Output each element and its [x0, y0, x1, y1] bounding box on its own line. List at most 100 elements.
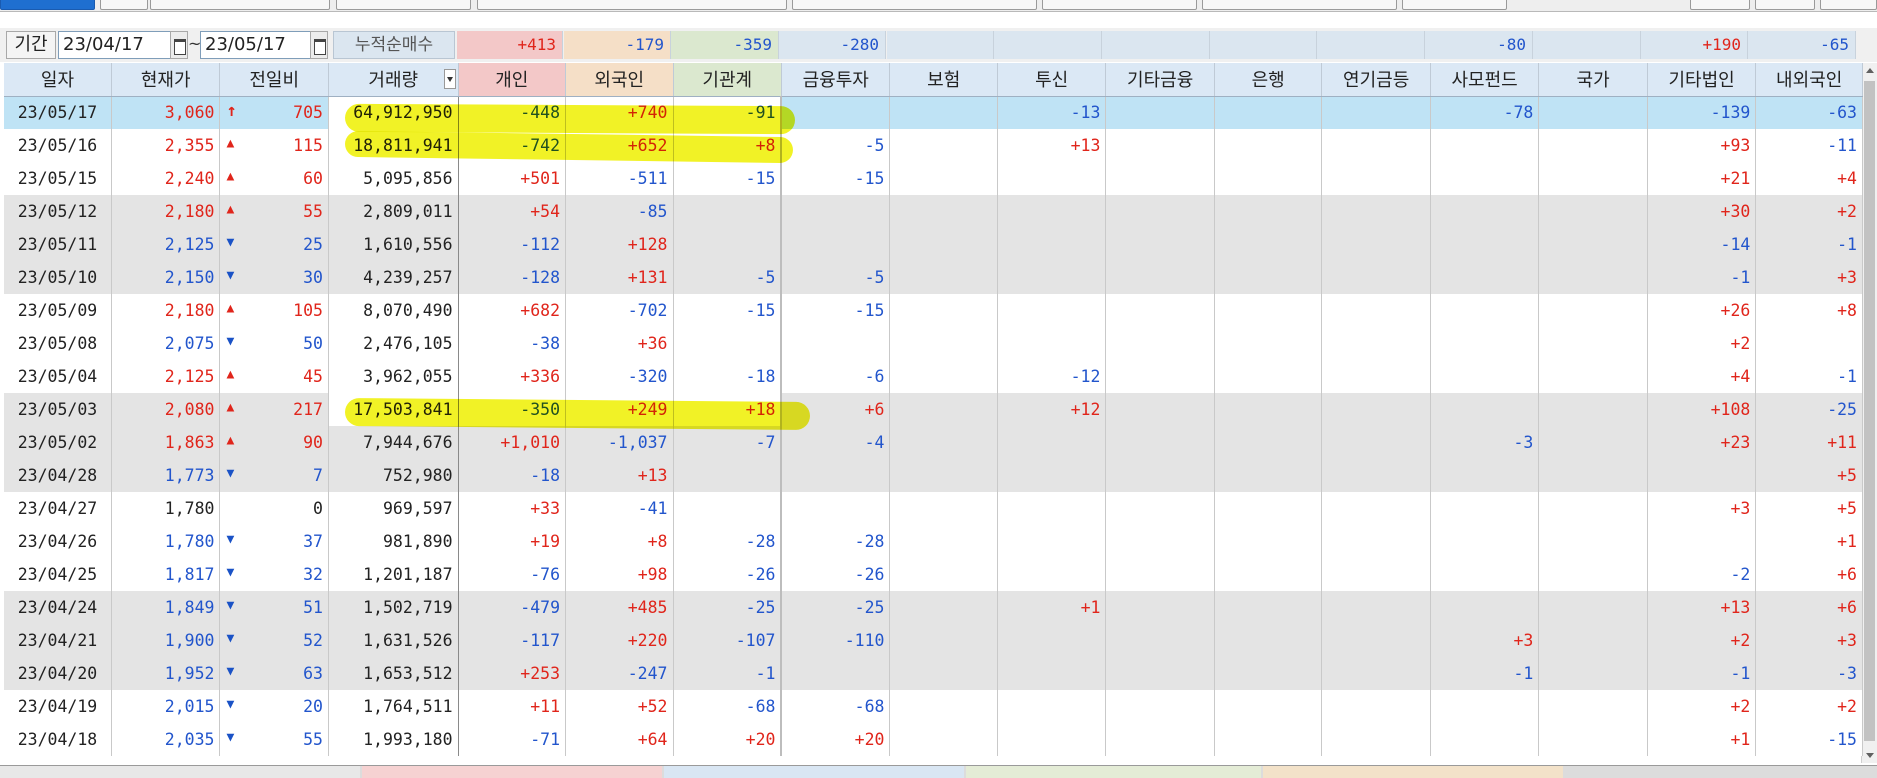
- volume-cell: 2,476,105: [328, 327, 459, 360]
- investor-etcfin-cell: [1105, 327, 1215, 360]
- upper-limit-arrow-icon: ↑: [226, 100, 237, 121]
- investor-for-cell: -41: [565, 492, 674, 525]
- cumulative-net-buy-label: 누적순매수: [333, 31, 455, 59]
- dropdown-arrow-icon[interactable]: [443, 69, 456, 89]
- scroll-down-icon[interactable]: [1862, 747, 1877, 763]
- table-row[interactable]: 23/05/04 2,125 ▲ 45 3,962,055 +336 -320 -18 -6 -1…: [4, 360, 1863, 393]
- column-header[interactable]: 금융투자: [781, 63, 891, 97]
- investor-bank-cell: [1214, 492, 1323, 525]
- amount-option-group[interactable]: [1042, 0, 1197, 10]
- table-row[interactable]: 23/05/02 1,863 ▲ 90 7,944,676 +1,010 -1,037 -7-…: [4, 426, 1863, 459]
- column-header[interactable]: 전일비: [219, 63, 329, 97]
- end-calendar-icon[interactable]: [310, 31, 328, 59]
- column-header[interactable]: 기타법인: [1647, 63, 1757, 97]
- column-header[interactable]: 외국인: [565, 63, 674, 97]
- end-date-input[interactable]: 23/05/17: [200, 31, 314, 59]
- investor-ind-cell: -38: [458, 327, 567, 360]
- volume-cell: 8,070,490: [328, 294, 459, 327]
- investor-ind-cell: -117: [458, 624, 567, 657]
- change-value: 705: [293, 103, 323, 123]
- investor-dom-cell: +6: [1755, 591, 1863, 624]
- investor-corp-cell: -14: [1647, 228, 1757, 261]
- cumulative-sum-cell: -65: [1748, 31, 1856, 59]
- scroll-up-icon[interactable]: [1862, 63, 1877, 79]
- date-select[interactable]: [336, 0, 471, 10]
- table-row[interactable]: 23/04/19 2,015 ▼ 20 1,764,511 +11 +52 -68 -68 +2 +…: [4, 690, 1863, 723]
- scroll-thumb[interactable]: [1864, 81, 1875, 741]
- table-row[interactable]: 23/05/08 2,075 ▼ 50 2,476,105 -38 +36 +2: [4, 327, 1863, 360]
- detail-button[interactable]: [1402, 0, 1507, 10]
- price-cell: 1,900: [111, 624, 221, 657]
- table-row[interactable]: 23/04/21 1,900 ▼ 52 1,631,526 -117 +220 -107 -11…: [4, 624, 1863, 657]
- investor-etcfin-cell: [1105, 591, 1215, 624]
- start-calendar-icon[interactable]: [170, 31, 188, 59]
- investor-fin-cell: [781, 657, 891, 690]
- table-row[interactable]: 23/04/18 2,035 ▼ 55 1,993,180 -71 +64 +20 +20 +1-…: [4, 723, 1863, 756]
- column-header[interactable]: 은행: [1214, 63, 1323, 97]
- next-button[interactable]: [1755, 0, 1815, 10]
- table-row[interactable]: 23/04/20 1,952 ▼ 63 1,653,512 +253 -247 -1 -1 -1-…: [4, 657, 1863, 690]
- investor-bank-cell: [1214, 162, 1323, 195]
- volume-cell: 1,201,187: [328, 558, 459, 591]
- column-header[interactable]: 거래량: [328, 63, 459, 97]
- trade-type-option-group[interactable]: [792, 0, 1037, 10]
- column-header[interactable]: 일자: [4, 63, 112, 97]
- investor-corp-cell: [1647, 525, 1757, 558]
- column-header[interactable]: 투신: [997, 63, 1107, 97]
- date-cell: 23/05/03: [4, 393, 112, 426]
- change-cell: ▼ 32: [219, 558, 329, 591]
- table-row[interactable]: 23/05/09 2,180 ▲ 105 8,070,490 +682 -702 -15 -15…: [4, 294, 1863, 327]
- investor-etcfin-cell: [1105, 129, 1215, 162]
- change-cell: ▼ 50: [219, 327, 329, 360]
- table-row[interactable]: 23/05/16 2,355 ▲ 115 18,811,941 -742 +652 +8 -5 +…: [4, 129, 1863, 162]
- column-header-label: 금융투자: [802, 70, 869, 92]
- table-row[interactable]: 23/05/10 2,150 ▼ 30 4,239,257 -128 +131 -5 -5 -1 +…: [4, 261, 1863, 294]
- vertical-scrollbar[interactable]: [1861, 63, 1877, 763]
- unit-option-group[interactable]: [477, 0, 787, 10]
- date-cell: 23/04/27: [4, 492, 112, 525]
- investor-for-cell: -247: [565, 657, 674, 690]
- investor-inv-cell: [997, 525, 1107, 558]
- table-row[interactable]: 23/04/26 1,780 ▼ 37 981,890 +19 +8 -28 -28 +1: [4, 525, 1863, 558]
- query-button[interactable]: [1690, 0, 1750, 10]
- investor-fin-cell: [781, 327, 891, 360]
- price-cell: 1,780: [111, 492, 221, 525]
- investor-gov-cell: [1538, 426, 1648, 459]
- table-row[interactable]: 23/05/11 2,125 ▼ 25 1,610,556 -112 +128 -14 -1: [4, 228, 1863, 261]
- cumulative-sum-cell: [994, 31, 1102, 59]
- period-option-group[interactable]: [1202, 0, 1397, 10]
- date-cell: 23/05/02: [4, 426, 112, 459]
- change-value: 0: [313, 499, 323, 518]
- column-header[interactable]: 국가: [1538, 63, 1648, 97]
- column-header[interactable]: 내외국인: [1755, 63, 1863, 97]
- stock-name-field[interactable]: [150, 0, 330, 10]
- change-cell: ▲ 217: [219, 393, 329, 426]
- investor-dom-cell: +2: [1755, 195, 1863, 228]
- change-cell: ▼ 7: [219, 459, 329, 492]
- table-row[interactable]: 23/05/17 3,060 ↑ 705 64,912,950 -448 +740 -91 -1…: [4, 96, 1863, 129]
- more-button[interactable]: [1820, 0, 1877, 10]
- table-row[interactable]: 23/05/03 2,080 ▲ 217 17,503,841 -350 +249 +18 +6…: [4, 393, 1863, 426]
- change-value: 217: [293, 400, 323, 419]
- cumulative-sum-cell: -80: [1425, 31, 1533, 59]
- investor-insu-cell: [889, 591, 998, 624]
- column-header[interactable]: 사모펀드: [1430, 63, 1540, 97]
- column-header[interactable]: 개인: [458, 63, 567, 97]
- investor-ind-cell: +19: [458, 525, 567, 558]
- investor-inv-cell: [997, 162, 1107, 195]
- table-row[interactable]: 23/05/15 2,240 ▲ 60 5,095,856 +501 -511 -15 -15 +…: [4, 162, 1863, 195]
- column-header[interactable]: 기관계: [673, 63, 782, 97]
- column-header[interactable]: 보험: [889, 63, 998, 97]
- table-row[interactable]: 23/04/24 1,849 ▼ 51 1,502,719 -479 +485 -25 -25 +…: [4, 591, 1863, 624]
- table-row[interactable]: 23/04/25 1,817 ▼ 32 1,201,187 -76 +98 -26 -26 -2 +…: [4, 558, 1863, 591]
- column-header[interactable]: 현재가: [111, 63, 221, 97]
- table-row[interactable]: 23/04/27 1,780 0 969,597 +33 -41 +3 +5: [4, 492, 1863, 525]
- bottom-controls[interactable]: [0, 766, 360, 778]
- stock-code-input[interactable]: [0, 0, 95, 10]
- start-date-input[interactable]: 23/04/17: [58, 31, 172, 59]
- table-row[interactable]: 23/04/28 1,773 ▼ 7 752,980 -18 +13 +5: [4, 459, 1863, 492]
- search-button[interactable]: [100, 0, 148, 10]
- column-header[interactable]: 연기금등: [1321, 63, 1431, 97]
- table-row[interactable]: 23/05/12 2,180 ▲ 55 2,809,011 +54 -85 +30 +2: [4, 195, 1863, 228]
- column-header[interactable]: 기타금융: [1105, 63, 1215, 97]
